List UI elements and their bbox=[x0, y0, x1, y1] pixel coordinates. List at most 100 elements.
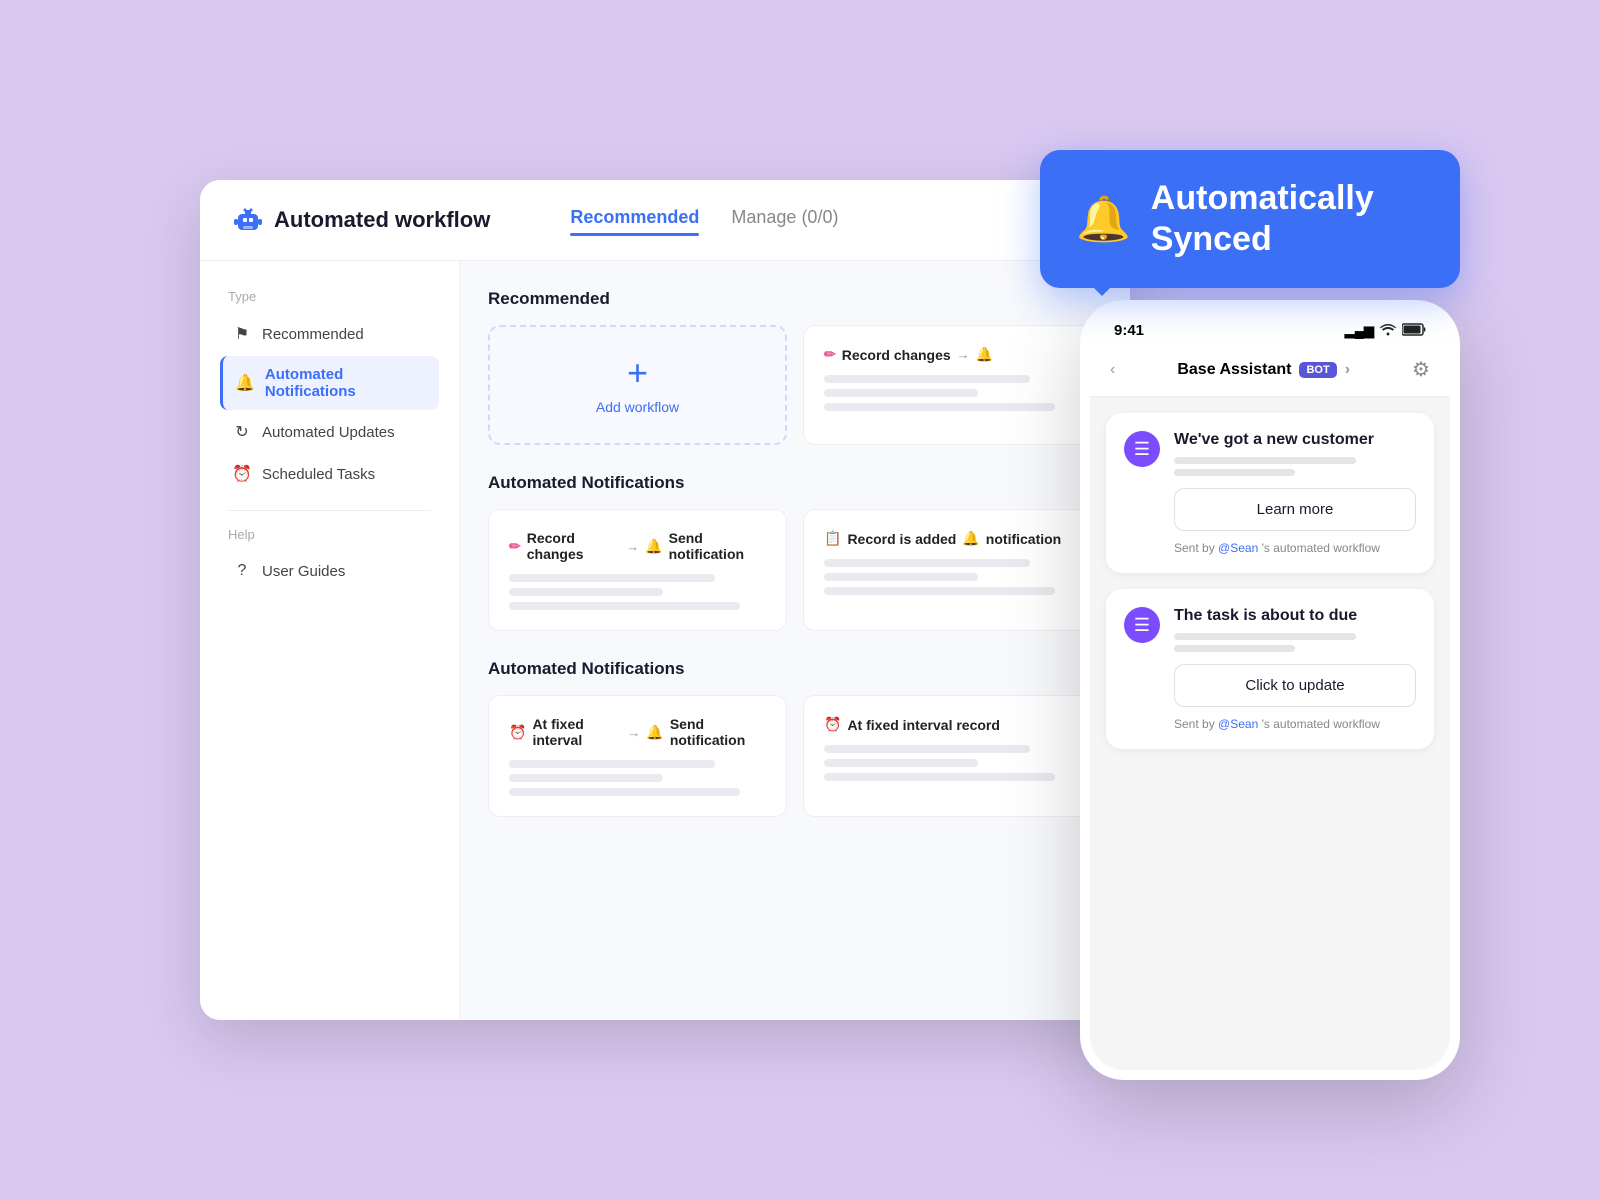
card-lines-3 bbox=[824, 559, 1081, 595]
card-header-5: ⏰ At fixed interval record bbox=[824, 716, 1081, 733]
card-header-2: ✏ Record changes → 🔔 Send notification bbox=[509, 530, 766, 562]
phone-nav-center: Base Assistant BOT › bbox=[1177, 361, 1350, 379]
avatar-2: ☰ bbox=[1124, 607, 1160, 643]
card-line bbox=[824, 375, 1030, 383]
bell-icon: 🔔 bbox=[235, 373, 255, 393]
tooltip-bubble: 🔔 Automatically Synced bbox=[1040, 150, 1460, 288]
battery-icon bbox=[1402, 323, 1426, 339]
tooltip-bell-icon: 🔔 bbox=[1076, 193, 1131, 245]
app-title-text: Automated workflow bbox=[274, 207, 490, 233]
add-label: Add workflow bbox=[596, 399, 679, 415]
forward-button[interactable]: › bbox=[1345, 361, 1350, 379]
click-to-update-button[interactable]: Click to update bbox=[1174, 664, 1416, 707]
card-line bbox=[509, 602, 740, 610]
edit-icon-2: ✏ bbox=[509, 538, 521, 555]
message-footer-1: Sent by @Sean 's automated workflow bbox=[1174, 541, 1416, 555]
back-button[interactable]: ‹ bbox=[1110, 361, 1115, 379]
sidebar-item-user-guides[interactable]: ? User Guides bbox=[220, 552, 439, 590]
phone-content: ☰ We've got a new customer Learn more Se… bbox=[1090, 397, 1450, 1070]
card-line bbox=[509, 788, 740, 796]
sidebar-divider bbox=[228, 510, 431, 511]
arrow-icon: → bbox=[957, 347, 970, 362]
mention-2: @Sean bbox=[1218, 717, 1258, 731]
bell-icon-card: 🔔 bbox=[976, 346, 993, 363]
phone-frame: 9:41 ▂▄▆ bbox=[1090, 310, 1450, 1070]
card-line bbox=[509, 574, 715, 582]
scene: Automated workflow Recommended Manage (0… bbox=[140, 120, 1460, 1080]
settings-button[interactable]: ⚙ bbox=[1412, 357, 1430, 382]
fixed-interval-record-card[interactable]: ⏰ At fixed interval record bbox=[803, 695, 1102, 817]
message-card-2: ☰ The task is about to due Click to upda… bbox=[1106, 589, 1434, 749]
bell-icon-3: 🔔 bbox=[962, 530, 979, 547]
update-icon: ↻ bbox=[232, 422, 252, 442]
tooltip-text: Automatically Synced bbox=[1151, 178, 1424, 260]
learn-more-button[interactable]: Learn more bbox=[1174, 488, 1416, 531]
record-added-card[interactable]: 📋 Record is added 🔔 notification bbox=[803, 509, 1102, 631]
clock-icon: ⏰ bbox=[232, 464, 252, 484]
header-tabs: Recommended Manage (0/0) bbox=[570, 207, 838, 234]
card-lines bbox=[824, 375, 1081, 411]
message-footer-2: Sent by @Sean 's automated workflow bbox=[1174, 717, 1416, 731]
help-icon: ? bbox=[232, 562, 252, 580]
message-line bbox=[1174, 469, 1295, 476]
record-changes-card-recommended[interactable]: ✏ Record changes → 🔔 bbox=[803, 325, 1102, 445]
card-lines-2 bbox=[509, 574, 766, 610]
sidebar-item-automated-updates[interactable]: ↻ Automated Updates bbox=[220, 412, 439, 452]
app-window: Automated workflow Recommended Manage (0… bbox=[200, 180, 1130, 1020]
sidebar-item-scheduled-tasks[interactable]: ⏰ Scheduled Tasks bbox=[220, 454, 439, 494]
card-lines-4 bbox=[509, 760, 766, 796]
phone-time: 9:41 bbox=[1114, 322, 1144, 339]
fixed-interval-send-card[interactable]: ⏰ At fixed interval → 🔔 Send notificatio… bbox=[488, 695, 787, 817]
card-line bbox=[509, 760, 715, 768]
recommended-icon: ⚑ bbox=[232, 324, 252, 344]
cards-grid-notifications: ✏ Record changes → 🔔 Send notification bbox=[488, 509, 1102, 631]
app-title: Automated workflow bbox=[232, 204, 490, 236]
tab-recommended[interactable]: Recommended bbox=[570, 207, 699, 234]
wifi-icon bbox=[1380, 322, 1396, 339]
card-line bbox=[824, 587, 1055, 595]
message-card-1: ☰ We've got a new customer Learn more Se… bbox=[1106, 413, 1434, 573]
message-title-1: We've got a new customer bbox=[1174, 431, 1416, 449]
message-title-2: The task is about to due bbox=[1174, 607, 1416, 625]
clock-icon-3: ⏰ bbox=[824, 716, 841, 733]
card-header: ✏ Record changes → 🔔 bbox=[824, 346, 1081, 363]
phone-nav-bar: ‹ Base Assistant BOT › ⚙ bbox=[1090, 347, 1450, 397]
avatar-1: ☰ bbox=[1124, 431, 1160, 467]
message-line bbox=[1174, 633, 1356, 640]
edit-icon: ✏ bbox=[824, 346, 836, 363]
cards-grid-recommended: + Add workflow ✏ Record changes → 🔔 bbox=[488, 325, 1102, 445]
bell-icon-2: 🔔 bbox=[645, 538, 662, 555]
record-icon: 📋 bbox=[824, 530, 841, 547]
phone-status-icons: ▂▄▆ bbox=[1345, 322, 1426, 339]
cards-grid-scheduled: ⏰ At fixed interval → 🔔 Send notificatio… bbox=[488, 695, 1102, 817]
card-line bbox=[509, 588, 663, 596]
sidebar-type-label: Type bbox=[220, 289, 439, 304]
message-lines-1 bbox=[1174, 457, 1416, 476]
card-line bbox=[824, 759, 978, 767]
assistant-title: Base Assistant bbox=[1177, 361, 1291, 379]
section-title-recommended: Recommended bbox=[488, 289, 1102, 309]
bot-badge: BOT bbox=[1299, 362, 1336, 378]
app-body: Type ⚑ Recommended 🔔 Automated Notificat… bbox=[200, 261, 1130, 1020]
card-line bbox=[509, 774, 663, 782]
sidebar-item-recommended[interactable]: ⚑ Recommended bbox=[220, 314, 439, 354]
record-changes-send-card[interactable]: ✏ Record changes → 🔔 Send notification bbox=[488, 509, 787, 631]
message-line bbox=[1174, 457, 1356, 464]
add-workflow-card[interactable]: + Add workflow bbox=[488, 325, 787, 445]
message-body-2: The task is about to due Click to update… bbox=[1174, 607, 1416, 731]
tab-manage[interactable]: Manage (0/0) bbox=[731, 207, 838, 234]
clock-icon-2: ⏰ bbox=[509, 724, 526, 741]
bell-icon-4: 🔔 bbox=[646, 724, 663, 741]
message-body-1: We've got a new customer Learn more Sent… bbox=[1174, 431, 1416, 555]
card-line bbox=[824, 573, 978, 581]
mention-1: @Sean bbox=[1218, 541, 1258, 555]
sidebar-item-automated-notifications[interactable]: 🔔 Automated Notifications bbox=[220, 356, 439, 410]
card-line bbox=[824, 745, 1030, 753]
arrow-icon-3: → bbox=[627, 725, 640, 740]
section-title-auto-notifications: Automated Notifications bbox=[488, 473, 1102, 493]
message-lines-2 bbox=[1174, 633, 1416, 652]
card-line bbox=[824, 389, 978, 397]
card-lines-5 bbox=[824, 745, 1081, 781]
sidebar-help-label: Help bbox=[220, 527, 439, 542]
sidebar: Type ⚑ Recommended 🔔 Automated Notificat… bbox=[200, 261, 460, 1020]
